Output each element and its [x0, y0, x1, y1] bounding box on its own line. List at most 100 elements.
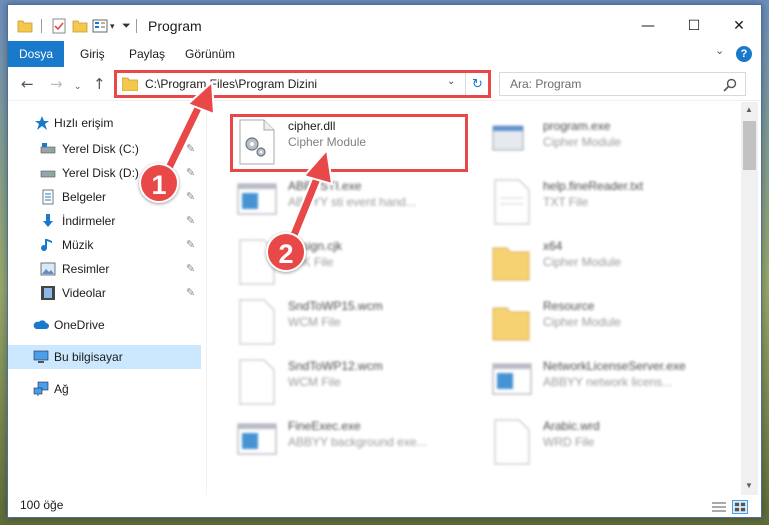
sidebar-item-music[interactable]: Müzik ✎: [8, 233, 201, 257]
file-item[interactable]: NetworkLicenseServer.exe ABBYY network l…: [486, 354, 716, 410]
file-list: cipher.dll Cipher Module program.exe Cip…: [208, 102, 740, 495]
sidebar-item-disk-c[interactable]: Yerel Disk (C:) ✎: [8, 137, 201, 161]
file-name: help.fineReader.txt: [543, 179, 644, 193]
pin-icon[interactable]: ✎: [186, 233, 195, 257]
close-button[interactable]: ✕: [716, 13, 761, 39]
file-description: WRD File: [543, 435, 595, 449]
chevron-down-icon[interactable]: ▾: [110, 18, 118, 34]
folder-icon: [492, 307, 530, 341]
exe-icon: [492, 125, 524, 151]
toolbar-separator: [136, 19, 137, 33]
toolbar-separator: [41, 19, 42, 33]
minimize-button[interactable]: —: [625, 13, 671, 39]
pin-icon[interactable]: ✎: [186, 209, 195, 233]
address-toolbar: ← → ⌄ ↑ C:\Program Files\Program Dizini …: [8, 67, 761, 101]
properties-check-icon[interactable]: [51, 18, 67, 34]
file-description: WCM File: [288, 315, 341, 329]
pin-icon[interactable]: ✎: [186, 281, 195, 305]
file-item[interactable]: SndToWP12.wcm WCM File: [231, 354, 461, 410]
tiles-view-icon[interactable]: [732, 500, 748, 514]
tab-paylas[interactable]: Paylaş: [129, 41, 165, 67]
file-description: TXT File: [543, 195, 589, 209]
star-icon: [35, 116, 49, 130]
tab-gorunum[interactable]: Görünüm: [185, 41, 235, 67]
blank-file-icon: [494, 419, 530, 465]
pictures-icon: [40, 262, 56, 276]
vertical-scrollbar[interactable]: ▲ ▼: [741, 102, 758, 495]
file-item[interactable]: Assign.cjk CJK File: [231, 234, 461, 290]
tab-giris[interactable]: Giriş: [80, 41, 105, 67]
pin-icon[interactable]: ✎: [186, 161, 195, 185]
file-item[interactable]: help.fineReader.txt TXT File: [486, 174, 716, 230]
scrollbar-thumb[interactable]: [743, 121, 756, 170]
music-icon: [41, 239, 52, 252]
sidebar-item-this-pc[interactable]: Bu bilgisayar: [8, 345, 201, 369]
folder-icon: [492, 247, 530, 281]
sidebar-item-network[interactable]: Ağ: [8, 377, 201, 401]
file-name: program.exe: [543, 119, 611, 133]
file-name: FineExec.exe: [288, 419, 361, 433]
videos-icon: [41, 286, 55, 300]
scroll-up-icon[interactable]: ▲: [745, 105, 753, 114]
sidebar-item-pictures[interactable]: Resimler ✎: [8, 257, 201, 281]
pane-splitter[interactable]: [206, 102, 207, 495]
file-description: ABBYY network licens...: [543, 375, 673, 389]
tab-dosya[interactable]: Dosya: [8, 41, 64, 67]
sidebar-item-videos[interactable]: Videolar ✎: [8, 281, 201, 305]
address-highlight-box: [114, 70, 491, 98]
file-item[interactable]: Arabic.wrd WRD File: [486, 414, 716, 470]
pin-icon[interactable]: ✎: [186, 257, 195, 281]
file-explorer-window: ▾ ⏷ Program — ☐ ✕ Dosya Giriş Paylaş Gör…: [7, 4, 762, 518]
downloads-icon: [43, 214, 53, 227]
search-input[interactable]: Ara: Program: [499, 72, 746, 96]
scroll-down-icon[interactable]: ▼: [745, 481, 753, 490]
search-placeholder: Ara: Program: [510, 77, 582, 91]
file-item[interactable]: program.exe Cipher Module: [486, 114, 716, 170]
sidebar-item-label: Belgeler: [62, 190, 107, 204]
customize-toolbar-icon[interactable]: [92, 18, 108, 34]
file-item[interactable]: x64 Cipher Module: [486, 234, 716, 290]
file-description: Cipher Module: [543, 255, 622, 269]
recent-locations-button[interactable]: ⌄: [74, 78, 82, 96]
drive-icon: [40, 170, 56, 178]
pin-icon[interactable]: ✎: [186, 185, 195, 209]
sidebar-item-quick-access[interactable]: Hızlı erişim: [8, 111, 201, 135]
file-description: ABBYY sti event hand...: [288, 195, 416, 209]
sidebar-item-label: Yerel Disk (C:): [62, 142, 139, 156]
file-name: SndToWP15.wcm: [288, 299, 383, 313]
new-folder-icon[interactable]: [72, 18, 88, 34]
step-badge-1: 1: [139, 163, 179, 203]
folder-icon[interactable]: [17, 18, 33, 34]
sidebar-item-label: Bu bilgisayar: [54, 350, 123, 364]
file-item[interactable]: SndToWP15.wcm WCM File: [231, 294, 461, 350]
back-button[interactable]: ←: [21, 75, 34, 93]
exe-window-icon: [237, 423, 277, 455]
maximize-button[interactable]: ☐: [671, 13, 717, 39]
expand-ribbon-icon[interactable]: ⌄: [715, 44, 724, 57]
file-item[interactable]: Resource Cipher Module: [486, 294, 716, 350]
status-bar: 100 öğe: [8, 495, 761, 517]
sidebar-item-onedrive[interactable]: OneDrive: [8, 313, 201, 337]
file-description: WCM File: [288, 375, 341, 389]
sidebar-item-downloads[interactable]: İndirmeler ✎: [8, 209, 201, 233]
file-description: Cipher Module: [543, 315, 622, 329]
details-view-icon[interactable]: [711, 500, 727, 514]
title-bar: ▾ ⏷ Program — ☐ ✕: [8, 5, 761, 41]
search-icon[interactable]: [722, 77, 738, 93]
navigation-pane: Hızlı erişim Yerel Disk (C:) ✎ Yerel Dis…: [8, 102, 206, 495]
file-highlight-box: [230, 114, 468, 172]
sidebar-item-label: OneDrive: [54, 318, 105, 332]
help-icon[interactable]: ?: [736, 46, 752, 62]
window-title: Program: [148, 18, 202, 34]
sidebar-item-label: Videolar: [62, 286, 106, 300]
cloud-icon: [33, 320, 49, 329]
sidebar-item-label: Müzik: [62, 238, 94, 252]
up-button[interactable]: ↑: [93, 75, 106, 93]
forward-button[interactable]: →: [50, 75, 63, 93]
blank-file-icon: [239, 359, 275, 405]
sidebar-item-label: Hızlı erişim: [54, 116, 114, 130]
quick-access-dropdown-icon[interactable]: ⏷: [122, 18, 132, 34]
file-item[interactable]: ABBYSTI.exe ABBYY sti event hand...: [231, 174, 461, 230]
pin-icon[interactable]: ✎: [186, 137, 195, 161]
file-item[interactable]: FineExec.exe ABBYY background exe...: [231, 414, 461, 470]
